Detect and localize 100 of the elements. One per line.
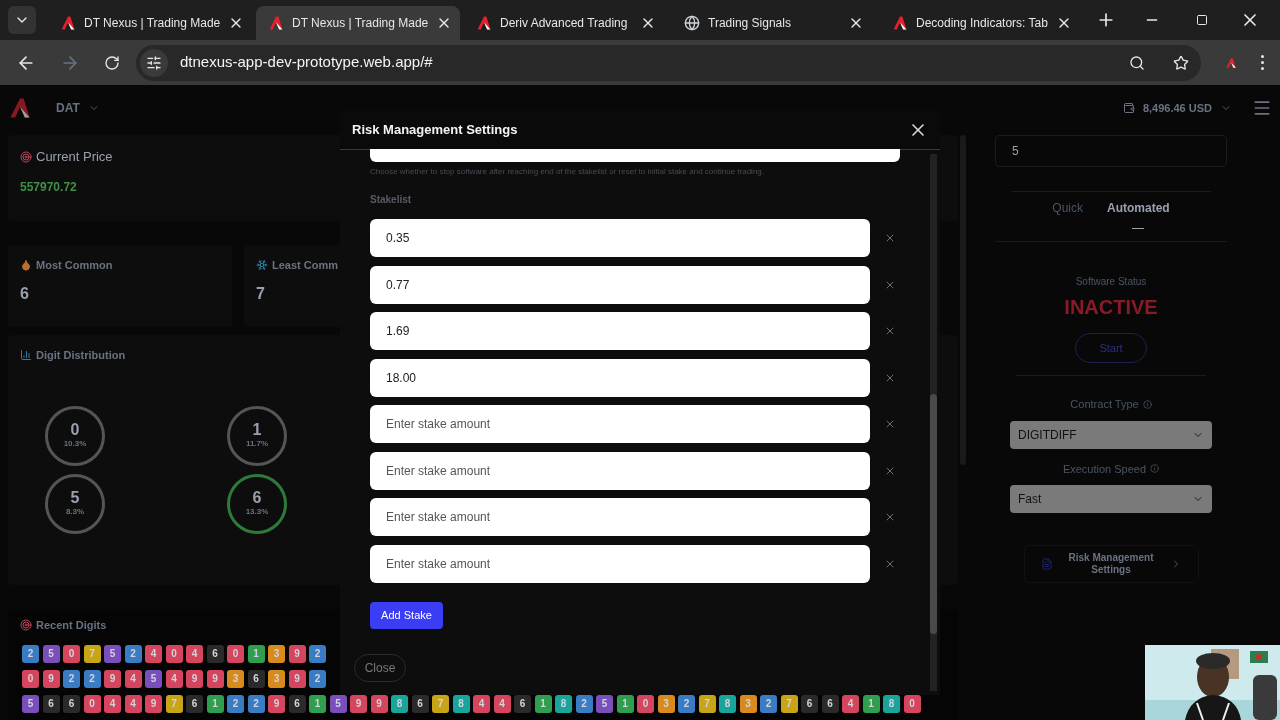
browser-tab[interactable]: Decoding Indicators: Tab — [880, 6, 1084, 40]
digit-chip: 9 — [42, 669, 60, 688]
percent-text: 8.3% — [65, 505, 85, 518]
tab-list-button[interactable] — [8, 6, 36, 34]
logo-icon — [476, 15, 492, 31]
card-title: Least Comm — [272, 258, 339, 273]
select-field[interactable]: Fast — [1010, 485, 1212, 513]
browser-tab[interactable]: DT Nexus | Trading Made — [256, 6, 460, 40]
select-value: Fast — [1018, 491, 1042, 507]
digit-chip: 4 — [186, 644, 203, 663]
digit-chip: 2 — [124, 644, 142, 663]
stake-field[interactable]: Enter stake amount — [370, 498, 870, 536]
stake-field[interactable]: Enter stake amount — [370, 451, 870, 490]
price-value: 557970.72 — [20, 178, 78, 195]
logo-icon — [60, 15, 76, 31]
digit-chip: 1 — [247, 644, 265, 663]
field-label: Stakelist — [370, 193, 413, 207]
digit-chip: 4 — [104, 694, 121, 713]
logo-icon — [892, 15, 908, 31]
tab-title: Deriv Advanced Trading — [500, 15, 629, 32]
percent-text: 13.3% — [245, 505, 269, 518]
digit-chip: 9 — [104, 669, 121, 688]
digit-chip: 4 — [145, 644, 162, 663]
target-icon — [20, 619, 32, 632]
globe-icon — [684, 15, 700, 31]
status-label: Software Status — [1075, 275, 1147, 289]
remove-icon[interactable] — [884, 418, 896, 430]
stake-field[interactable]: 1.69 — [370, 312, 870, 350]
field-label: Contract Type — [1070, 397, 1139, 412]
site-settings-button[interactable] — [140, 48, 168, 77]
card-title: Current Price — [36, 148, 113, 166]
logo-icon — [8, 96, 32, 120]
menu-icon[interactable] — [1252, 98, 1272, 118]
digit-chip: 5 — [42, 644, 60, 663]
digit-chip: 0 — [63, 644, 80, 663]
browser-tab[interactable]: DT Nexus | Trading Made — [48, 6, 252, 40]
mode-tab[interactable]: Automated — [1107, 200, 1170, 241]
select-field[interactable] — [370, 149, 900, 162]
add-stake-button[interactable]: Add Stake — [370, 601, 443, 629]
remove-icon[interactable] — [884, 511, 896, 523]
digit-chip: 6 — [42, 694, 60, 713]
digit-chip: 4 — [124, 694, 142, 713]
more-menu-icon[interactable] — [1261, 55, 1264, 70]
modal-title: Risk Management Settings — [352, 120, 518, 139]
digit-chip: 7 — [83, 644, 101, 663]
digit-chip: 9 — [145, 694, 162, 713]
percent-text: 10.3% — [63, 437, 87, 450]
star-icon[interactable] — [1173, 54, 1189, 71]
remove-icon[interactable] — [884, 325, 896, 337]
digit-chip: 3 — [268, 644, 285, 663]
card-title: Digit Distribution — [36, 348, 126, 363]
address-field[interactable]: dtnexus-app-dev-prototype.web.app/# — [136, 44, 1201, 81]
digit-text: 5 — [70, 489, 80, 506]
balance-text: 8,496.46 USD — [1142, 100, 1212, 116]
tab-title: DT Nexus | Trading Made — [292, 15, 429, 32]
digit-chip: 6 — [206, 644, 224, 663]
digit-chip: 9 — [186, 669, 203, 688]
digit-chip: 2 — [83, 669, 101, 688]
search-icon[interactable] — [1129, 54, 1145, 71]
scrollbar-thumb[interactable] — [930, 394, 937, 634]
digit-chip: 4 — [165, 669, 183, 688]
digit-chip: 9 — [268, 694, 285, 713]
card-title: Most Common — [36, 258, 113, 273]
chart-icon — [20, 349, 32, 362]
digit-chip: 0 — [83, 694, 101, 713]
tab-title: Trading Signals — [708, 15, 792, 32]
browser-tab[interactable]: Deriv Advanced Trading — [464, 6, 668, 40]
digit-chip: 7 — [165, 694, 183, 713]
stake-field[interactable]: 0.77 — [370, 265, 870, 304]
tab-title: Decoding Indicators: Tab — [916, 15, 1048, 32]
select-field[interactable]: DIGITDIFF — [1010, 420, 1212, 449]
digit-chip: 2 — [309, 669, 326, 688]
select-value: DIGITDIFF — [1018, 426, 1077, 443]
field-label: Execution Speed — [1062, 461, 1147, 477]
restore-icon[interactable] — [1196, 14, 1208, 26]
digit-chip: 5 — [104, 644, 121, 663]
stake-field[interactable]: Enter stake amount — [370, 544, 870, 583]
card-title: Recent Digits — [36, 618, 107, 633]
logo-icon — [268, 15, 284, 31]
digit-chip: 3 — [268, 669, 285, 688]
stat-value: 6 — [20, 283, 29, 304]
risk-settings-button[interactable]: Risk Management Settings — [1023, 545, 1199, 583]
digit-chip: 0 — [22, 669, 39, 688]
snowflake-icon — [256, 259, 268, 272]
digit-chip: 9 — [288, 644, 306, 663]
digit-chip: 3 — [227, 669, 244, 688]
reload-icon[interactable] — [104, 54, 120, 71]
value-field[interactable]: 5 — [995, 135, 1227, 167]
digit-chip: 1 — [206, 694, 224, 713]
remove-icon[interactable] — [884, 232, 896, 244]
digit-chip: 5 — [329, 694, 347, 713]
digit-text: 6 — [252, 489, 262, 506]
stake-field[interactable]: 0.35 — [370, 219, 870, 257]
digit-chip: 6 — [63, 694, 80, 713]
browser-tab[interactable]: Trading Signals — [672, 6, 876, 40]
digit-chip: 6 — [186, 694, 203, 713]
stake-field[interactable]: 18.00 — [370, 358, 870, 397]
stake-field[interactable]: Enter stake amount — [370, 405, 870, 443]
digit-chip: 6 — [288, 694, 306, 713]
wallet-icon — [1122, 102, 1135, 114]
